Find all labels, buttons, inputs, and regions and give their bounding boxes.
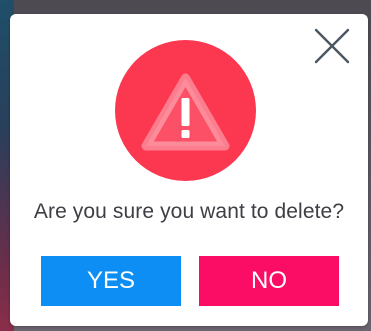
delete-confirmation-dialog: Are you sure you want to delete? YES NO — [10, 14, 368, 326]
warning-badge — [115, 40, 256, 181]
yes-button[interactable]: YES — [41, 256, 181, 306]
confirmation-message: Are you sure you want to delete? — [33, 200, 345, 223]
warning-triangle-icon — [141, 73, 230, 151]
close-button[interactable] — [312, 26, 352, 66]
no-button[interactable]: NO — [199, 256, 339, 306]
close-icon — [314, 28, 350, 64]
